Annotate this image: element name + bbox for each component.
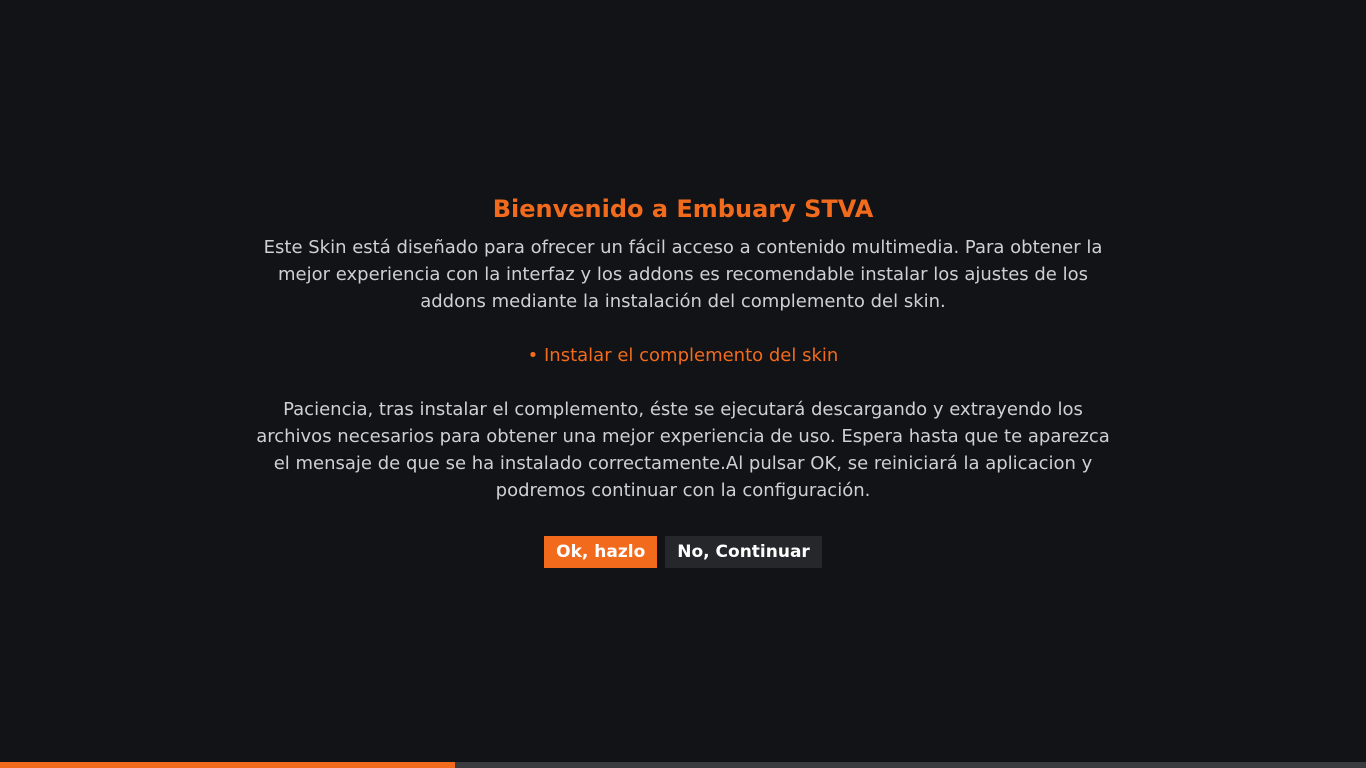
dialog-description: Este Skin está diseñado para ofrecer un … bbox=[263, 237, 1103, 312]
dialog-buttons: Ok, hazlo No, Continuar bbox=[233, 536, 1133, 568]
continue-button[interactable]: No, Continuar bbox=[665, 536, 822, 568]
ok-button[interactable]: Ok, hazlo bbox=[544, 536, 658, 568]
dialog-title: Bienvenido a Embuary STVA bbox=[492, 195, 874, 223]
dialog-instructions: Paciencia, tras instalar el complemento,… bbox=[256, 399, 1110, 501]
progress-bar bbox=[0, 762, 1366, 768]
install-addon-bullet: • Instalar el complemento del skin bbox=[527, 345, 839, 366]
progress-bar-fill bbox=[0, 762, 455, 768]
welcome-dialog: Bienvenido a Embuary STVA Este Skin está… bbox=[233, 190, 1133, 568]
